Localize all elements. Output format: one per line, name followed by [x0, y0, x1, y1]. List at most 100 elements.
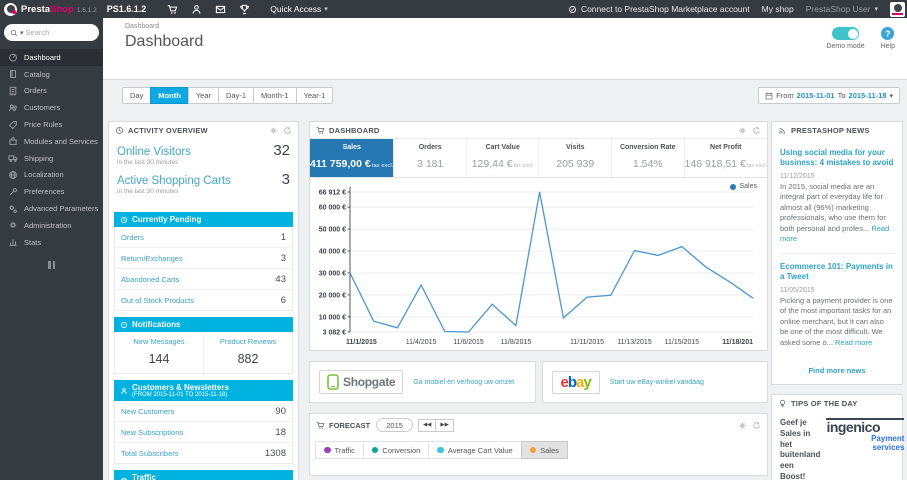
refresh-icon[interactable] — [752, 421, 761, 430]
badges-icon[interactable] — [232, 0, 256, 18]
cell-link[interactable]: New Messages — [117, 337, 201, 346]
ebay-letter: b — [567, 373, 577, 391]
forecast-header: FORECAST 2015 ◀◀ ▶▶ — [310, 414, 767, 434]
modules-icon — [9, 137, 17, 146]
clock-icon — [120, 216, 128, 223]
sidebar-item-price-rules[interactable]: Price Rules — [0, 116, 103, 133]
shipping-icon — [8, 155, 18, 163]
row-link[interactable]: New Customers — [121, 407, 174, 416]
kpi-visits[interactable]: Visits 205 939 — [538, 139, 611, 177]
article-title-link[interactable]: Ecommerce 101: Payments in a Tweet — [780, 262, 894, 283]
svg-text:40 000 €: 40 000 € — [319, 249, 346, 256]
online-visitors-subtext: in the last 30 minutes — [117, 159, 179, 166]
main-content: Dashboard Dashboard Demo mode ? Help Day… — [103, 18, 907, 480]
previous-year-button[interactable]: ◀◀ — [417, 418, 437, 432]
row-link[interactable]: Orders — [121, 233, 144, 242]
next-year-button[interactable]: ▶▶ — [435, 418, 454, 432]
settings-gear-icon[interactable] — [738, 421, 747, 430]
refresh-icon[interactable] — [752, 126, 761, 135]
help-label: Help — [880, 43, 895, 50]
kpi-conversion-rate[interactable]: Conversion Rate 1.54% — [611, 139, 684, 177]
my-shop-link[interactable]: My shop — [762, 4, 794, 14]
online-visitors-link[interactable]: Online Visitors — [117, 146, 191, 158]
range-day-button[interactable]: Day — [122, 87, 152, 104]
kpi-value: 129,44 € — [471, 158, 513, 170]
date-range-toolbar: Day Month Year Day-1 Month-1 Year-1 From… — [122, 87, 900, 104]
orders-icon — [9, 86, 17, 96]
row-value: 3 — [280, 252, 286, 264]
refresh-icon[interactable] — [283, 126, 292, 135]
kpi-value: 411 759,00 € — [310, 158, 371, 170]
marketplace-link[interactable]: Connect to PrestaShop Marketplace accoun… — [568, 4, 750, 14]
forecast-legend-conversion[interactable]: Conversion — [362, 441, 430, 459]
dashboard-column: DASHBOARD Sales 411 759,00 €tax excl. Or… — [309, 121, 768, 476]
kpi-sales[interactable]: Sales 411 759,00 €tax excl. — [310, 139, 394, 177]
brand-wordmark: Presta Shop 1.6.1.2 — [21, 4, 97, 15]
sidebar-item-stats[interactable]: Stats — [0, 234, 103, 251]
article-date: 11/05/2015 — [780, 286, 815, 294]
news-panel-header: PRESTASHOP NEWS — [772, 122, 902, 138]
forecast-year-pill[interactable]: 2015 — [376, 418, 413, 432]
sidebar-item-dashboard[interactable]: Dashboard — [0, 49, 103, 66]
article-title-link[interactable]: Using social media for your business: 4 … — [780, 148, 894, 169]
row-value: 1308 — [264, 447, 286, 459]
kpi-net-profit[interactable]: Net Profit 148 918,51 €tax excl. — [683, 139, 767, 177]
help-icon[interactable]: ? — [881, 27, 895, 40]
sidebar-item-orders[interactable]: Orders — [0, 83, 103, 100]
range-year-button[interactable]: Year — [187, 87, 219, 104]
row-link[interactable]: Total Subscribers — [121, 449, 179, 458]
forecast-legend-sales[interactable]: Sales — [520, 441, 568, 459]
sidebar-item-localization[interactable]: Localization — [0, 167, 103, 184]
user-avatar[interactable] — [890, 1, 905, 17]
active-carts-link[interactable]: Active Shopping Carts — [117, 175, 231, 187]
ebay-link[interactable]: Start uw eBay-winkel vandaag — [610, 379, 704, 386]
sidebar-item-catalog[interactable]: Catalog — [0, 66, 103, 83]
from-label: From — [776, 91, 794, 100]
sidebar-collapse-button[interactable] — [0, 260, 103, 269]
row-link[interactable]: Abandoned Carts — [121, 275, 179, 284]
sidebar-item-customers[interactable]: Customers — [0, 99, 103, 116]
topbar: Presta Shop 1.6.1.2 PS1.6.1.2 Quick Acces… — [0, 0, 907, 18]
employees-icon[interactable] — [184, 0, 208, 18]
sidebar-item-modules-and-services[interactable]: Modules and Services — [0, 133, 103, 150]
user-menu[interactable]: PrestaShop User ▾ — [806, 4, 878, 14]
tips-body: Geef je Sales in het buitenland een Boos… — [772, 411, 905, 480]
quick-access-menu[interactable]: Quick Access ▾ — [270, 4, 328, 14]
row-link[interactable]: Return/Exchanges — [121, 254, 183, 263]
prestashop-logo-icon[interactable] — [4, 2, 17, 16]
search-input[interactable] — [25, 28, 78, 37]
search-scope-caret-icon: ▾ — [20, 29, 24, 37]
forecast-legend-average-cart-value[interactable]: Average Cart Value — [428, 441, 522, 459]
shopgate-link[interactable]: Ga mobiel en verhoog uw omzet — [413, 379, 514, 386]
kpi-orders[interactable]: Orders 3 181 — [393, 139, 466, 177]
row-link[interactable]: Out of Stock Products — [121, 296, 194, 305]
sidebar-item-shipping[interactable]: Shipping — [0, 150, 103, 167]
row-link[interactable]: New Subscriptions — [121, 428, 183, 437]
ebay-banner[interactable]: ebay Start uw eBay-winkel vandaag — [541, 361, 768, 403]
cart-icon[interactable] — [160, 0, 184, 18]
sidebar-search[interactable]: ▾ — [4, 24, 99, 41]
find-more-news-link[interactable]: Find more news — [772, 360, 902, 384]
forecast-legend-traffic[interactable]: Traffic — [315, 441, 364, 459]
messages-icon[interactable] — [208, 0, 232, 18]
chart-legend[interactable]: Sales — [730, 183, 757, 190]
sidebar-item-preferences[interactable]: Preferences — [0, 183, 103, 200]
cell-link[interactable]: Product Reviews — [206, 337, 290, 346]
shopgate-banner[interactable]: Shopgate Ga mobiel en verhoog uw omzet — [309, 361, 536, 403]
sidebar-item-administration[interactable]: Administration — [0, 217, 103, 234]
date-range-picker[interactable]: From 2015-11-01 To 2015-11-18 ▾ — [758, 87, 900, 104]
svg-text:10 000 €: 10 000 € — [319, 314, 346, 321]
kpi-cart-value[interactable]: Cart Value 129,44 €tax excl. — [465, 139, 539, 177]
demo-mode-toggle[interactable] — [832, 27, 860, 40]
kpi-note: tax excl. — [513, 163, 534, 169]
sidebar-item-advanced-parameters[interactable]: Advanced Parameters — [0, 200, 103, 217]
range-month-button[interactable]: Month — [150, 87, 189, 104]
online-visitors-value: 32 — [273, 142, 290, 159]
range-year-1-button[interactable]: Year-1 — [295, 87, 334, 104]
read-more-link[interactable]: Read more — [835, 338, 872, 347]
settings-gear-icon[interactable] — [269, 126, 278, 135]
range-day-1-button[interactable]: Day-1 — [218, 87, 255, 104]
range-month-1-button[interactable]: Month-1 — [253, 87, 297, 104]
settings-gear-icon[interactable] — [738, 126, 747, 135]
traffic-header: Traffic (FROM 2015-11-01 TO 2015-11-18) — [114, 470, 293, 480]
